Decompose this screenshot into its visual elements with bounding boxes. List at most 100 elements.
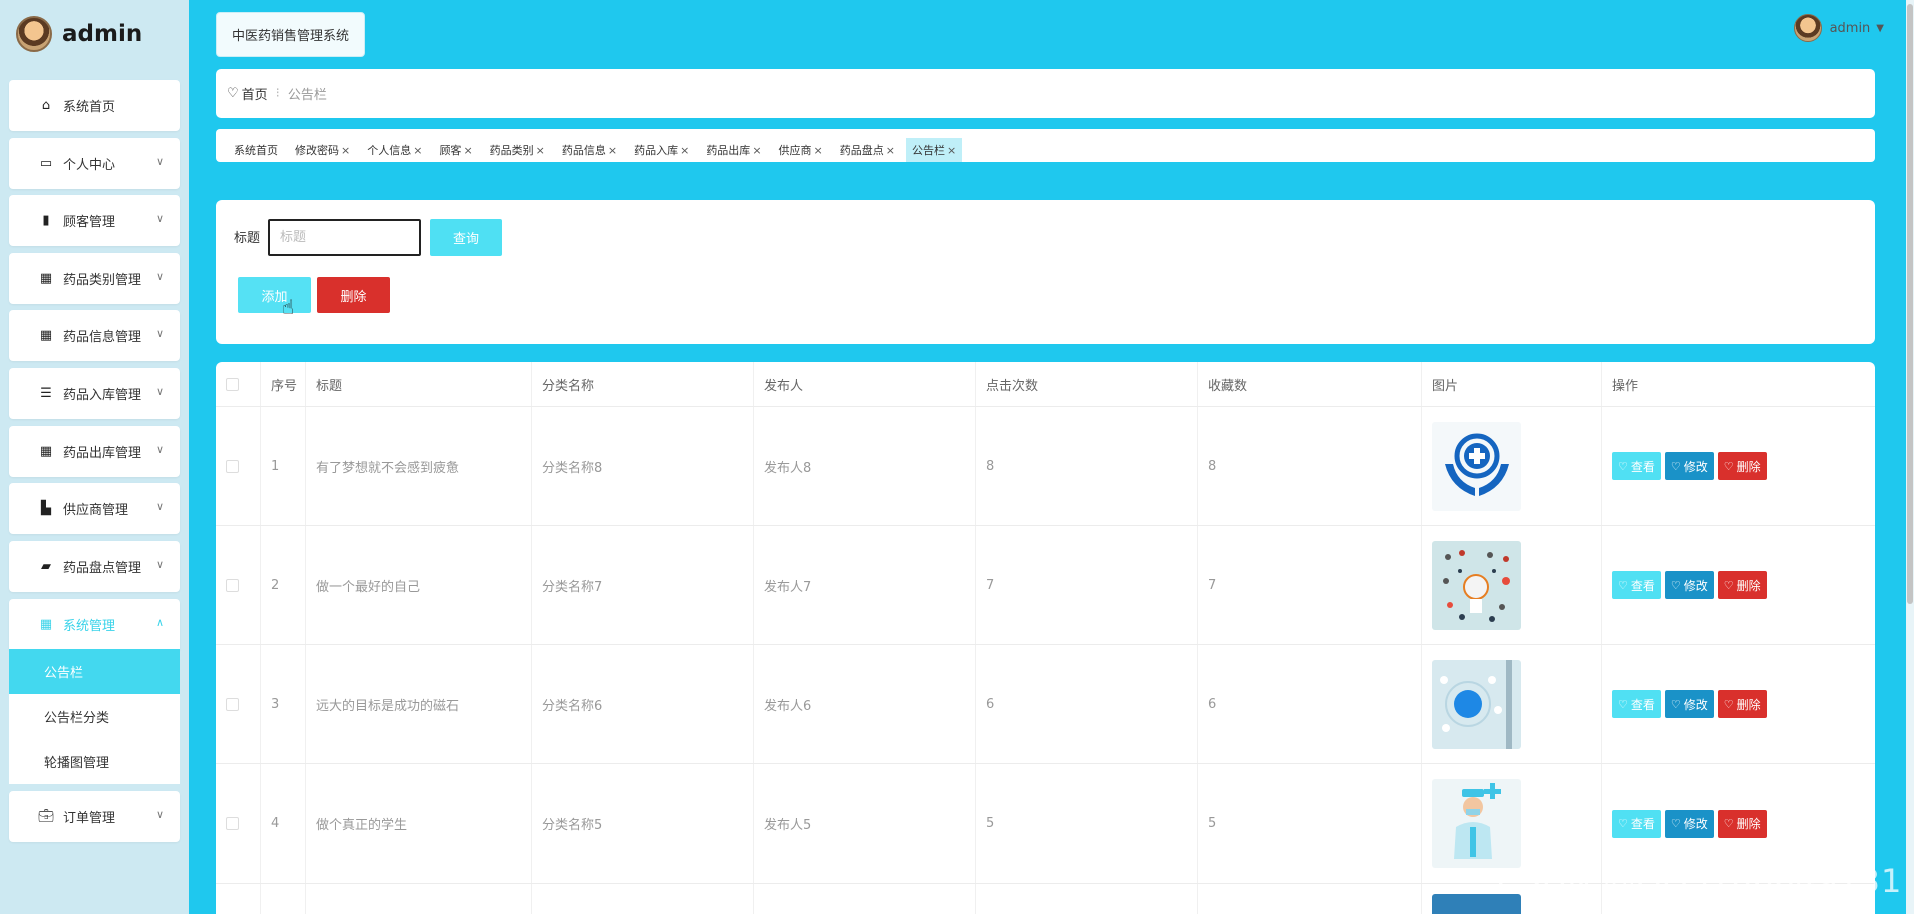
list-icon: ☰ xyxy=(40,386,52,401)
tag-customer[interactable]: 顾客 × xyxy=(433,138,478,162)
edit-button[interactable]: ♡ 修改 xyxy=(1664,809,1714,838)
cell-publisher: 发布人8 xyxy=(754,407,976,525)
cell-title: 远大的目标是成功的磁石 xyxy=(306,645,532,763)
submenu-item-label: 公告栏 xyxy=(44,666,84,681)
cell-clicks: 5 xyxy=(976,764,1198,883)
medical-hands-cross-image[interactable] xyxy=(1432,421,1521,511)
view-button[interactable]: ♡ 查看 xyxy=(1612,690,1661,718)
user-menu[interactable]: admin ▼ xyxy=(1793,14,1884,42)
tag-drug-info[interactable]: 药品信息 × xyxy=(556,138,623,162)
batch-delete-button[interactable]: 删除 xyxy=(317,277,390,313)
sidebar-item-home[interactable]: ⌂ 系统首页 xyxy=(9,80,180,131)
submenu-item-notice-category[interactable]: 公告栏分类 xyxy=(9,694,180,739)
chevron-down-icon: ∨ xyxy=(155,443,164,456)
tag-home[interactable]: 系统首页 xyxy=(228,138,284,162)
close-icon[interactable]: × xyxy=(463,144,472,157)
chevron-down-icon: ∨ xyxy=(155,270,164,283)
delete-button[interactable]: ♡ 删除 xyxy=(1717,809,1767,838)
close-icon[interactable]: × xyxy=(680,144,689,157)
table-header: 序号 标题 分类名称 发布人 点击次数 收藏数 图片 操作 xyxy=(216,362,1875,407)
doctor-illustration-image[interactable] xyxy=(1432,779,1521,868)
tag-drug-outbound[interactable]: 药品出库 × xyxy=(700,138,767,162)
heart-icon: ♡ xyxy=(1723,578,1734,592)
row-checkbox[interactable] xyxy=(226,459,239,473)
view-button[interactable]: ♡ 查看 xyxy=(1612,571,1661,599)
sidebar-item-drug-info[interactable]: ▦ 药品信息管理 ∨ xyxy=(9,310,180,361)
close-icon[interactable]: × xyxy=(536,144,545,157)
close-icon[interactable]: × xyxy=(341,144,350,157)
sidebar-item-label: 系统首页 xyxy=(63,100,116,115)
tag-personal-info[interactable]: 个人信息 × xyxy=(361,138,428,162)
chevron-down-icon: ∨ xyxy=(155,558,164,571)
cell-category: 分类名称6 xyxy=(532,645,754,763)
title-search-input[interactable] xyxy=(268,219,421,256)
delete-button[interactable]: ♡ 删除 xyxy=(1717,690,1767,718)
breadcrumb-current: 公告栏 xyxy=(287,88,327,103)
row-checkbox-cell xyxy=(216,407,261,525)
sidebar-item-drug-inbound[interactable]: ☰ 药品入库管理 ∨ xyxy=(9,368,180,419)
sidebar-item-label: 供应商管理 xyxy=(63,503,129,518)
heart-icon: ♡ xyxy=(1723,817,1734,830)
cell-clicks: 8 xyxy=(976,407,1198,525)
edit-button[interactable]: ♡ 修改 xyxy=(1664,690,1714,718)
sidebar-item-label: 药品入库管理 xyxy=(63,388,142,403)
select-all-checkbox[interactable] xyxy=(226,377,239,391)
breadcrumb-home[interactable]: 首页 xyxy=(242,84,268,103)
delete-button[interactable]: ♡ 删除 xyxy=(1717,452,1767,480)
cell-category: 分类名称8 xyxy=(532,407,754,525)
cell-image xyxy=(1422,526,1602,644)
view-button[interactable]: ♡ 查看 xyxy=(1612,452,1661,480)
tag-inventory[interactable]: 药品盘点 × xyxy=(834,138,901,162)
close-icon[interactable]: × xyxy=(413,144,422,157)
scrollbar-thumb[interactable] xyxy=(1907,4,1913,604)
delete-label: 删除 xyxy=(1736,817,1761,831)
medical-icons-collage-image[interactable] xyxy=(1432,540,1521,630)
row-checkbox-cell xyxy=(216,526,261,644)
sidebar-item-label: 药品类别管理 xyxy=(63,273,142,288)
submenu-item-notice[interactable]: 公告栏 xyxy=(9,649,180,694)
sidebar-item-system[interactable]: ▦ 系统管理 ∧ xyxy=(9,599,180,650)
edit-label: 修改 xyxy=(1683,697,1708,712)
edit-button[interactable]: ♡ 修改 xyxy=(1664,571,1714,599)
row-checkbox[interactable] xyxy=(226,697,239,711)
sidebar-item-drug-category[interactable]: ▦ 药品类别管理 ∨ xyxy=(9,253,180,304)
tag-notice[interactable]: 公告栏 × xyxy=(905,138,963,162)
close-icon[interactable]: × xyxy=(814,144,823,157)
close-icon[interactable]: × xyxy=(608,144,617,157)
close-icon[interactable]: × xyxy=(752,144,761,157)
column-header: 操作 xyxy=(1612,378,1639,394)
cell-index: 3 xyxy=(261,645,306,763)
cell-image xyxy=(1422,645,1602,763)
tag-label: 药品类别 xyxy=(489,144,534,157)
add-button[interactable]: 添加 xyxy=(238,277,311,313)
sidebar-item-personal[interactable]: ▭ 个人中心 ∨ xyxy=(9,138,180,189)
cell-actions: ♡ 查看 ♡ 修改 ♡ 删除 xyxy=(1602,645,1875,763)
submenu-item-carousel[interactable]: 轮播图管理 xyxy=(9,739,180,784)
tag-supplier[interactable]: 供应商 × xyxy=(773,138,829,162)
table-row: 3 远大的目标是成功的磁石 分类名称6 发布人6 6 6 ♡ 查看 ♡ 修改 ♡ 删除 xyxy=(216,645,1875,764)
cell-publisher: 发布人7 xyxy=(754,526,976,644)
cell-clicks xyxy=(976,884,1198,914)
edit-button[interactable]: ♡ 修改 xyxy=(1664,452,1714,480)
close-icon[interactable]: × xyxy=(947,144,956,157)
row-checkbox[interactable] xyxy=(226,578,239,592)
column-header: 收藏数 xyxy=(1198,362,1422,406)
row-checkbox[interactable] xyxy=(226,817,239,830)
tag-drug-category[interactable]: 药品类别 × xyxy=(484,138,551,162)
sidebar-item-supplier[interactable]: ▙ 供应商管理 ∨ xyxy=(9,483,180,534)
tag-change-password[interactable]: 修改密码 × xyxy=(289,138,356,162)
column-header: 序号 xyxy=(261,362,306,406)
delete-button[interactable]: ♡ 删除 xyxy=(1717,571,1767,599)
cell-category xyxy=(532,884,754,914)
sidebar-item-orders[interactable]: 💼︎ 订单管理 ∨ xyxy=(9,791,180,842)
query-button[interactable]: 查询 xyxy=(430,219,502,256)
sidebar-item-customers[interactable]: ▮ 顾客管理 ∨ xyxy=(9,195,180,246)
page-scrollbar[interactable] xyxy=(1906,0,1914,914)
sidebar-item-drug-outbound[interactable]: ▦ 药品出库管理 ∨ xyxy=(9,426,180,477)
sidebar-item-inventory[interactable]: ▰ 药品盘点管理 ∨ xyxy=(9,541,180,592)
close-icon[interactable]: × xyxy=(886,144,895,157)
heart-icon: ♡ xyxy=(1618,817,1628,830)
medical-tech-circle-image[interactable] xyxy=(1432,659,1521,749)
tag-drug-inbound[interactable]: 药品入库 × xyxy=(628,138,695,162)
view-button[interactable]: ♡ 查看 xyxy=(1612,809,1661,838)
